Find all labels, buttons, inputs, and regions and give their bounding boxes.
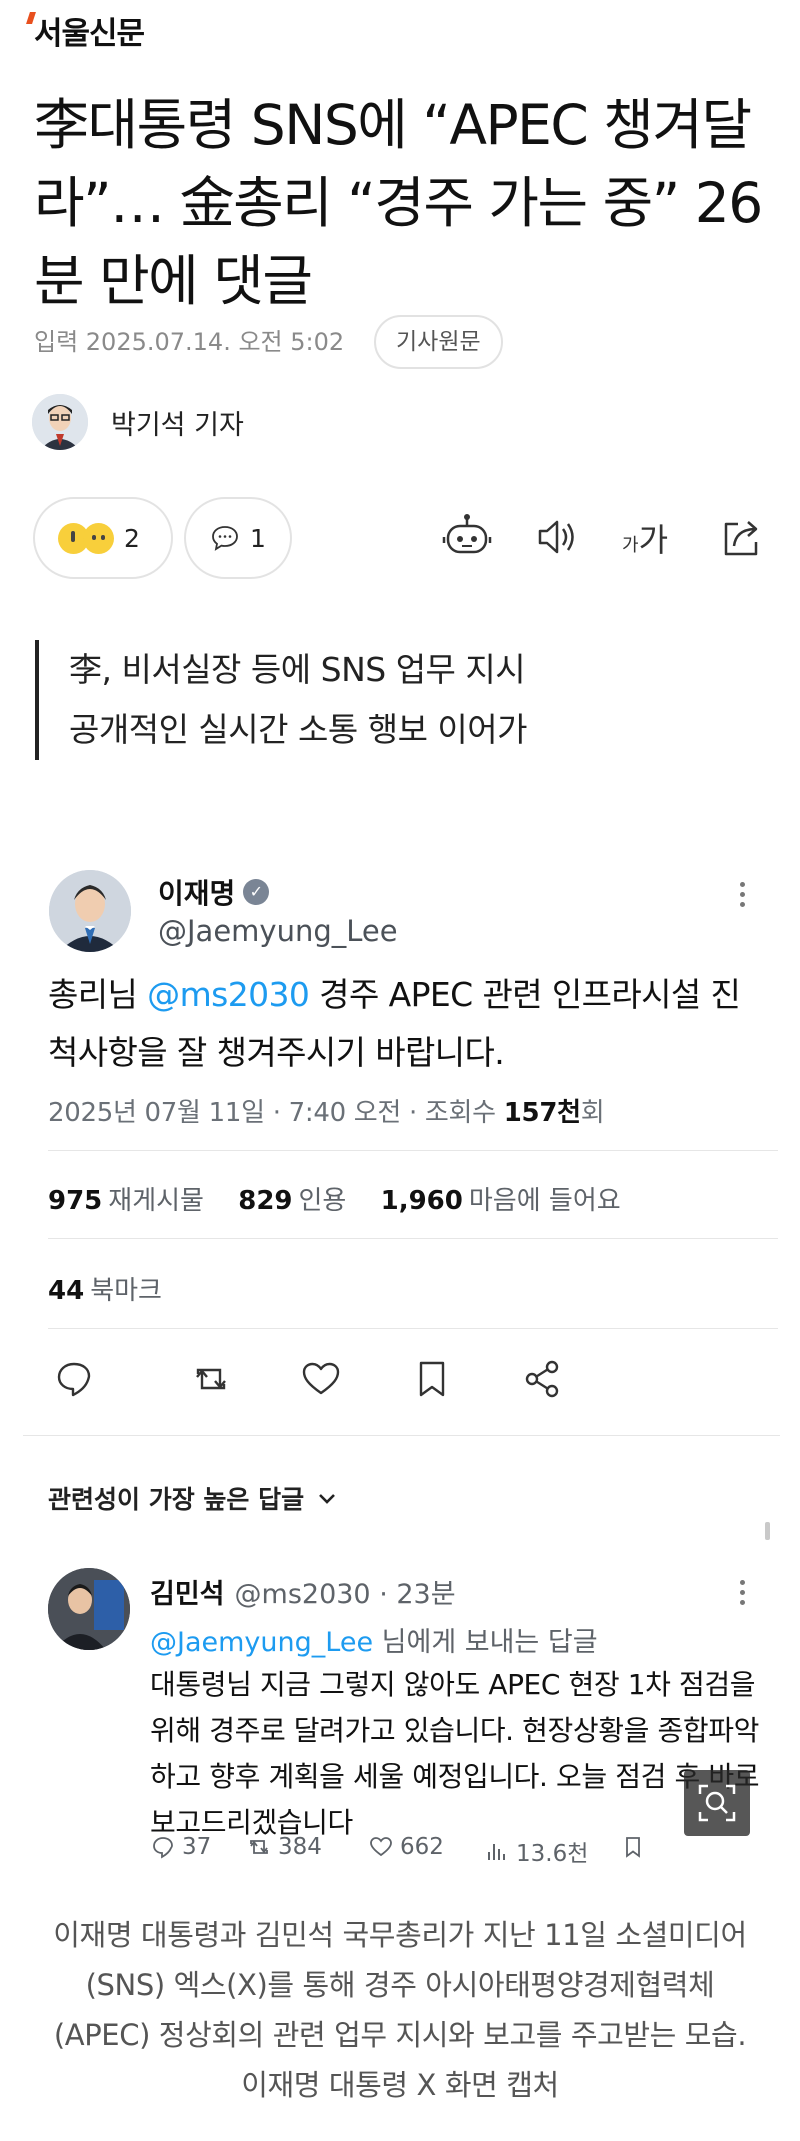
tweet-more-icon [740,882,746,912]
original-article-button[interactable]: 기사원문 [374,315,503,369]
comment-count: 1 [250,523,266,553]
tweet-text-prefix: 총리님 [48,975,148,1014]
tweet-meta-prefix: 2025년 07월 11일 · 7:40 오전 · 조회수 [48,1098,504,1128]
quotes-count: 829 [238,1186,293,1216]
reply-replies: 37 [150,1834,211,1860]
bookmark-icon [409,1356,455,1402]
tweet-mention: @ms2030 [147,975,310,1014]
subhead-2: 공개적인 실시간 소통 행보 이어가 [69,710,528,749]
chevron-down-icon [319,1494,336,1504]
reply-header: 김민석 @ms2030 · 23분 [150,1572,456,1611]
retweets-label: 재게시물 [108,1186,204,1216]
font-size-small-label: 가 [622,535,639,556]
bookmarks-count: 44 [48,1276,85,1306]
relevance-sort: 관련성이 가장 높은 답글 [48,1480,338,1516]
reply-likes: 662 [368,1834,444,1860]
divider [48,1238,778,1239]
tweet-meta-suffix: 회 [580,1098,605,1128]
article-dateline: 입력 2025.07.14. 오전 5:02 [34,328,345,356]
smile-emoji-icon [83,522,114,554]
reply-author-name: 김민석 [150,1579,225,1610]
reply-reposts-count: 384 [278,1834,322,1860]
reply-reposts: 384 [246,1834,322,1860]
bookmarks-label: 북마크 [90,1276,162,1306]
verified-icon: ✓ [243,879,270,905]
reply-replies-count: 37 [182,1834,212,1860]
reply-actions: 37 384 662 13.6천 [150,1834,770,1870]
reply-to-suffix: 님에게 보내는 답글 [373,1627,598,1658]
comment-button[interactable]: 1 [184,497,292,579]
divider [23,1435,780,1436]
tweet-stats: 975 재게시물 829 인용 1,960 마음에 들어요 [48,1180,647,1217]
reply-meta: @ms2030 · 23분 [234,1579,456,1610]
scroll-indicator [765,1522,770,1540]
tweet-author-name-text: 이재명 [158,877,236,910]
speaker-icon[interactable] [530,510,584,564]
brand-name: 서울신문 [34,16,145,52]
font-size-large-label: 가 [638,521,669,559]
retweets-count: 975 [48,1186,103,1216]
tweet-avatar [49,870,131,952]
share-icon[interactable] [714,510,768,564]
font-size-icon[interactable]: 가가 [622,515,668,561]
reply-views: 13.6천 [484,1834,588,1868]
tweet-views: 157천 [503,1098,581,1128]
reply-likes-count: 662 [400,1834,444,1860]
article-subheads: 李, 비서실장 등에 SNS 업무 지시 공개적인 실시간 소통 행보 이어가 [35,640,528,760]
article-headline: 李대통령 SNS에 “APEC 챙겨달라”… 金총리 “경주 가는 중” 26분… [34,93,763,313]
likes-label: 마음에 들어요 [468,1186,621,1216]
robot-voice-icon[interactable] [440,510,494,564]
image-caption: 이재명 대통령과 김민석 국무총리가 지난 11일 소셜미디어(SNS) 엑스(… [53,1918,747,2102]
reply-avatar [48,1568,130,1650]
reply-bookmark-icon [620,1834,652,1860]
tweet-screenshot: 이재명 ✓ @Jaemyung_Lee 총리님 @ms2030 경주 APEC … [23,840,780,1880]
reply-views-count: 13.6천 [516,1841,589,1867]
brand-logo[interactable]: 서울신문 [26,8,145,53]
heart-icon [298,1356,344,1402]
reply-body: 대통령님 지금 그렇지 않아도 APEC 현장 1차 점검을 위해 경주로 달려… [150,1668,760,1839]
reply-more-icon [740,1580,746,1610]
tweet-meta: 2025년 07월 11일 · 7:40 오전 · 조회수 157천회 [48,1092,605,1129]
zoom-icon[interactable] [684,1770,750,1836]
retweet-icon [188,1356,234,1402]
reply-to: @Jaemyung_Lee 님에게 보내는 답글 [150,1620,598,1659]
tweet-author-name: 이재명 ✓ [158,872,270,912]
reporter[interactable]: 박기석 기자 [32,393,244,451]
reporter-name: 박기석 기자 [111,409,244,441]
subhead-1: 李, 비서실장 등에 SNS 업무 지시 [69,650,526,689]
tweet-text: 총리님 @ms2030 경주 APEC 관련 인프라시설 진척사항을 잘 챙겨주… [48,966,768,1082]
reaction-button[interactable]: 2 [33,497,173,579]
reaction-count: 2 [124,523,140,553]
tweet-actions [51,1356,761,1406]
comment-icon [212,526,238,551]
relevance-label: 관련성이 가장 높은 답글 [48,1485,305,1514]
reporter-avatar [32,394,88,450]
reply-icon [51,1356,97,1402]
likes-count: 1,960 [380,1186,463,1216]
quotes-label: 인용 [298,1186,347,1216]
share-nodes-icon [519,1356,565,1402]
divider [48,1150,778,1151]
divider [48,1328,778,1329]
reply-to-mention: @Jaemyung_Lee [150,1627,374,1658]
tweet-author-handle: @Jaemyung_Lee [158,914,398,948]
tweet-bookmarks: 44 북마크 [48,1270,162,1307]
